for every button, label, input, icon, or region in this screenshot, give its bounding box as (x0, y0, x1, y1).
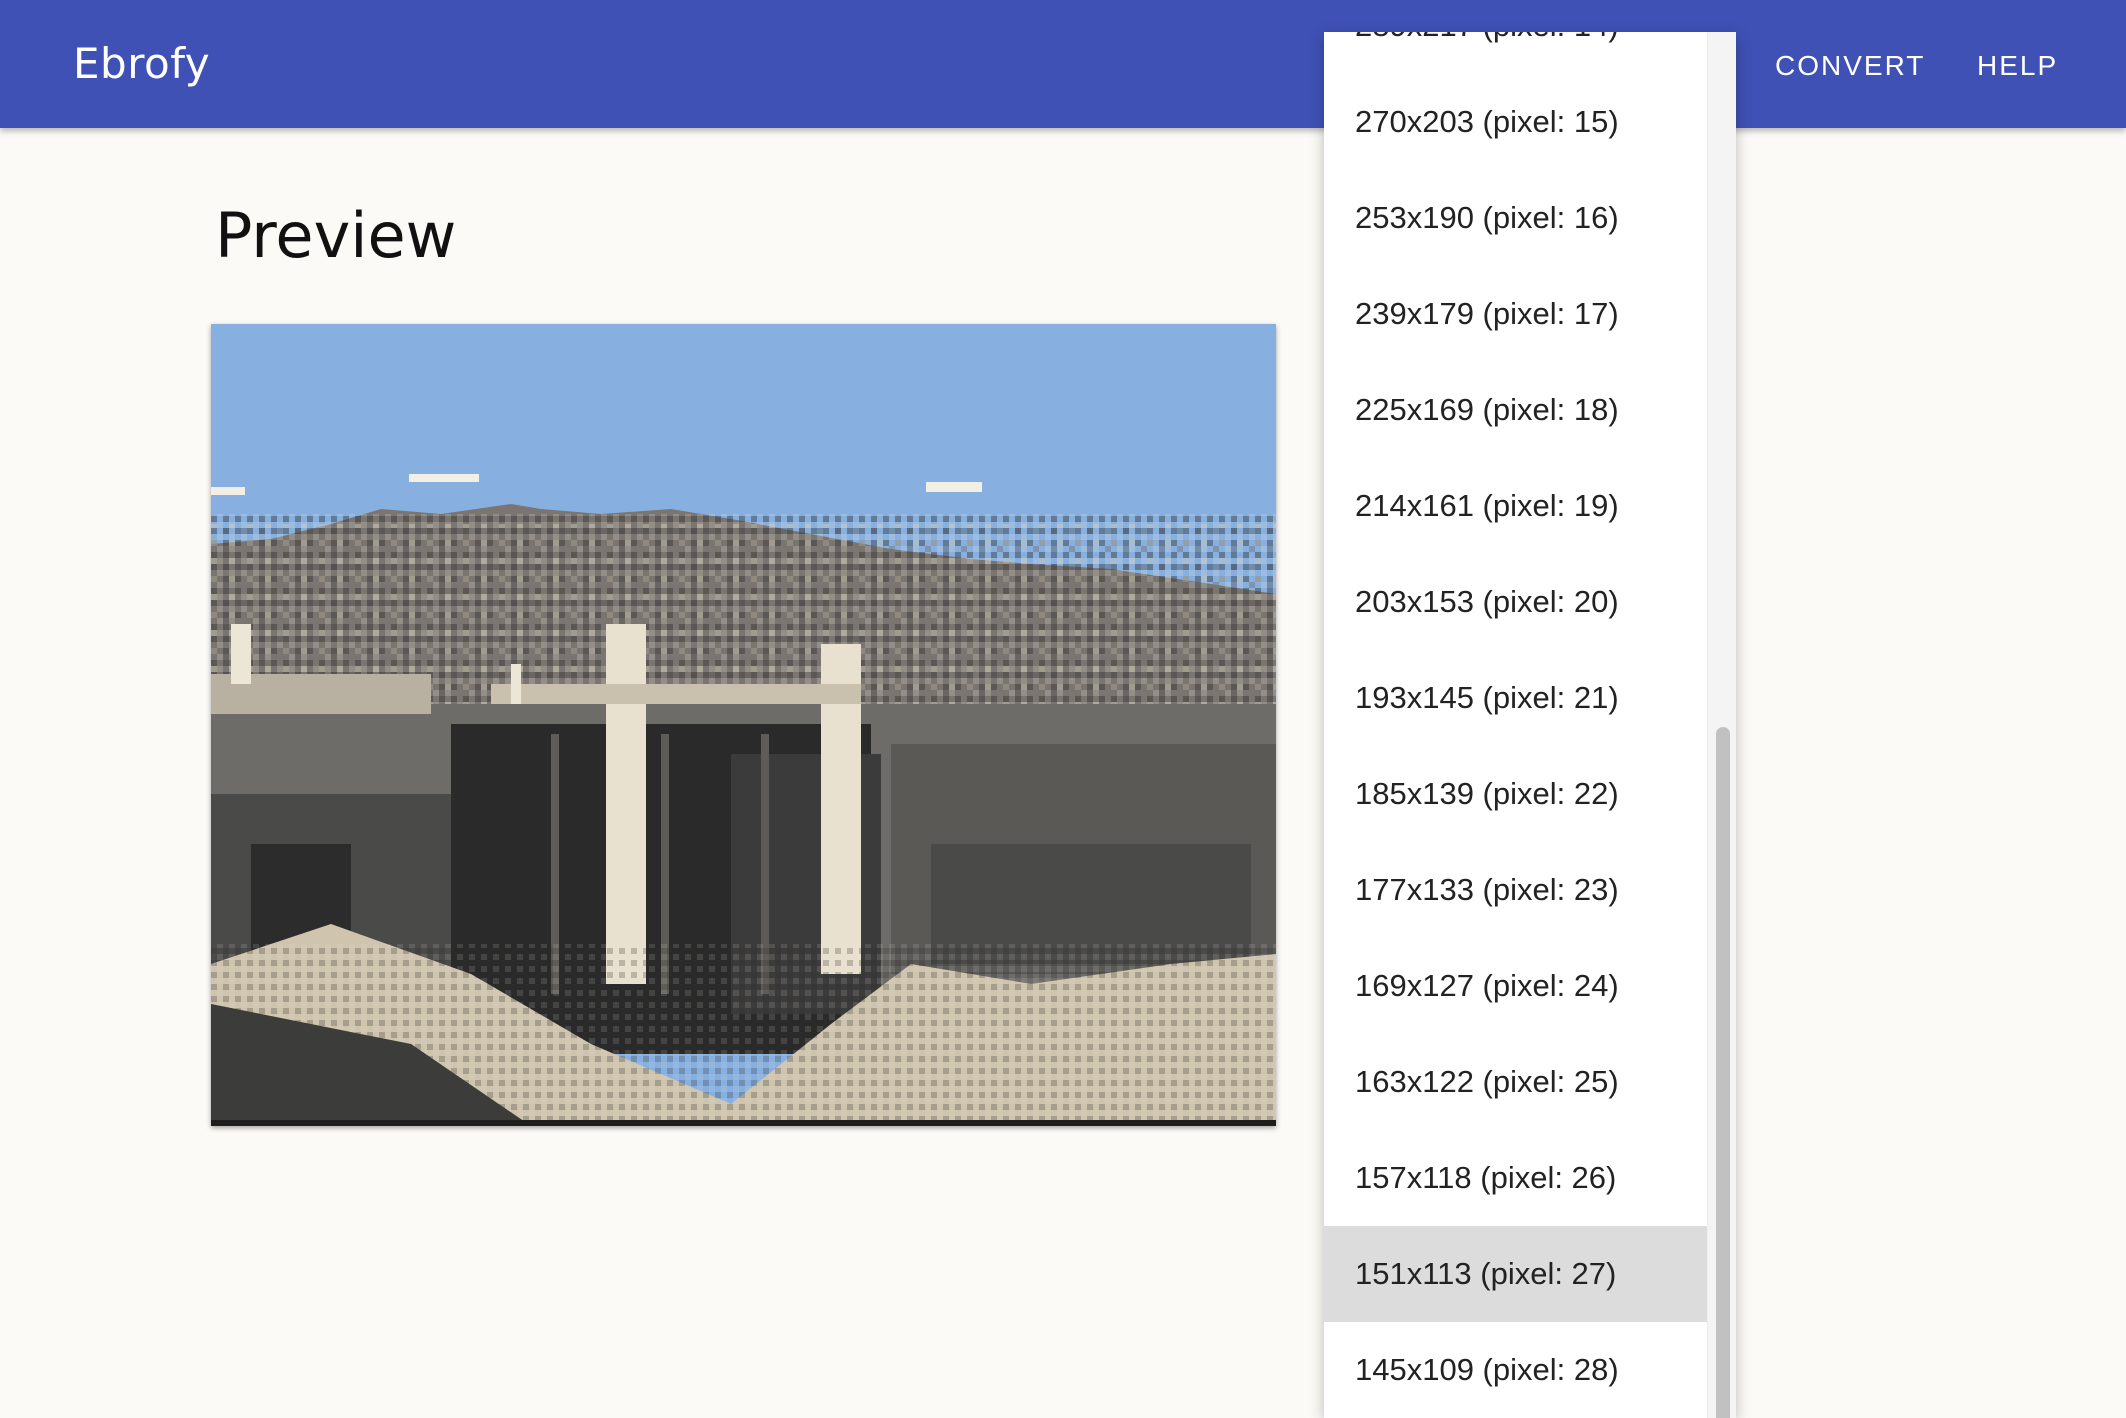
dropdown-option[interactable]: 169x127 (pixel: 24) (1324, 938, 1708, 1034)
app-bar: Ebrofy CONVERT HELP (0, 0, 2126, 128)
dropdown-option[interactable]: 289x217 (pixel: 14) (1324, 32, 1708, 74)
app-brand[interactable]: Ebrofy (73, 36, 210, 92)
dropdown-option[interactable]: 145x109 (pixel: 28) (1324, 1322, 1708, 1418)
dropdown-option[interactable]: 193x145 (pixel: 21) (1324, 650, 1708, 746)
page-title: Preview (215, 199, 457, 272)
nav-help[interactable]: HELP (1977, 46, 2058, 86)
dropdown-scrollbar-thumb[interactable] (1716, 727, 1730, 1418)
dropdown-option-selected[interactable]: 151x113 (pixel: 27) (1324, 1226, 1708, 1322)
dropdown-option[interactable]: 157x118 (pixel: 26) (1324, 1130, 1708, 1226)
dropdown-option[interactable]: 214x161 (pixel: 19) (1324, 458, 1708, 554)
dropdown-option[interactable]: 177x133 (pixel: 23) (1324, 842, 1708, 938)
dropdown-option-list: 289x217 (pixel: 14) 270x203 (pixel: 15) … (1324, 32, 1708, 1418)
dropdown-option[interactable]: 270x203 (pixel: 15) (1324, 74, 1708, 170)
dropdown-option[interactable]: 225x169 (pixel: 18) (1324, 362, 1708, 458)
preview-image (211, 324, 1276, 1126)
resolution-dropdown-menu[interactable]: 289x217 (pixel: 14) 270x203 (pixel: 15) … (1324, 32, 1736, 1418)
dropdown-option[interactable]: 163x122 (pixel: 25) (1324, 1034, 1708, 1130)
dropdown-option[interactable]: 203x153 (pixel: 20) (1324, 554, 1708, 650)
dropdown-option[interactable]: 185x139 (pixel: 22) (1324, 746, 1708, 842)
dropdown-scrollbar[interactable] (1707, 32, 1736, 1418)
pixelated-landscape-image (211, 324, 1276, 1126)
dropdown-option[interactable]: 239x179 (pixel: 17) (1324, 266, 1708, 362)
nav-convert[interactable]: CONVERT (1775, 46, 1925, 86)
dropdown-option[interactable]: 253x190 (pixel: 16) (1324, 170, 1708, 266)
